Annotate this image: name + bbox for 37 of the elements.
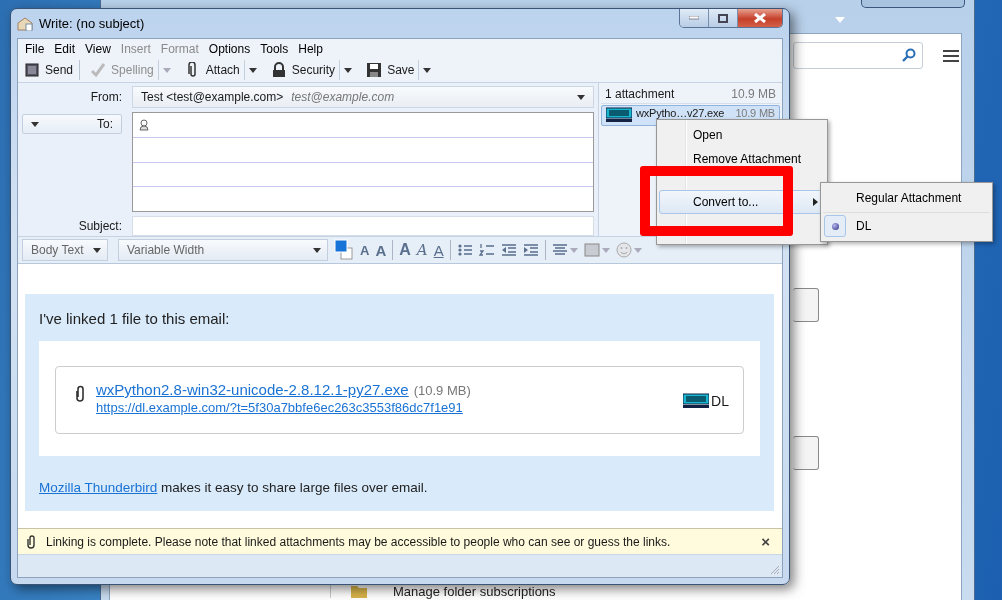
window-title: Write: (no subject) — [39, 16, 145, 31]
menu-item[interactable]: File — [20, 41, 50, 56]
intro-text: I've linked 1 file to this email: — [39, 310, 231, 327]
send-button[interactable]: Send — [20, 59, 78, 81]
menu-item[interactable]: View — [80, 41, 116, 56]
field-label: From: — [89, 90, 123, 104]
italic-button[interactable]: A — [414, 239, 430, 261]
thunderbird-link[interactable]: Mozilla Thunderbird — [39, 480, 158, 495]
from-dropdown[interactable]: Test <test@example.com> test@example.com — [132, 86, 594, 108]
menu-item[interactable]: Options — [203, 41, 256, 56]
paragraph-style-dropdown[interactable]: Body Text — [22, 239, 108, 261]
larger-text-button[interactable]: A — [373, 239, 389, 261]
font-dropdown[interactable]: Variable Width — [118, 239, 328, 261]
footer-text: Mozilla Thunderbird makes it easy to share large files over email. — [39, 480, 429, 495]
attachment-size: 10.9 MB — [731, 87, 776, 101]
menu-item[interactable]: Edit — [49, 41, 81, 56]
bold-button[interactable]: A — [397, 239, 413, 261]
menu-item[interactable]: Regular Attachment — [823, 185, 990, 211]
notification-text: Linking is complete. Please note that linked attachments may be accessible to people who can see or guess the links. — [46, 534, 672, 549]
security-button[interactable]: Security — [266, 59, 340, 81]
folder-action-text[interactable]: Manage folder subscriptions — [393, 585, 556, 598]
save-button[interactable]: Save — [362, 59, 419, 81]
field-label: Subject: — [77, 219, 123, 233]
attach-button[interactable]: Attach — [180, 59, 244, 81]
attachment-count: 1 attachment — [605, 87, 675, 101]
close-button[interactable]: × — [757, 533, 774, 550]
provider-name: DL — [711, 393, 729, 409]
underline-button[interactable]: A — [431, 239, 446, 261]
recipient-type-button[interactable]: To: — [22, 114, 122, 134]
smaller-text-button[interactable]: A — [358, 239, 372, 261]
menu-item[interactable]: Open — [659, 123, 825, 147]
menu-item[interactable]: Help — [293, 41, 328, 56]
menu-item[interactable]: DL — [823, 212, 990, 239]
menu-item[interactable]: Tools — [255, 41, 294, 56]
file-size: (10.9 MB) — [413, 383, 471, 398]
file-link[interactable]: wxPython2.8-win32-unicode-2.8.12.1-py27.exe — [96, 381, 409, 398]
download-link[interactable]: https://dl.example.com/?t=5f30a7bbfe6ec263c3553f86dc7f1e91 — [96, 400, 674, 415]
